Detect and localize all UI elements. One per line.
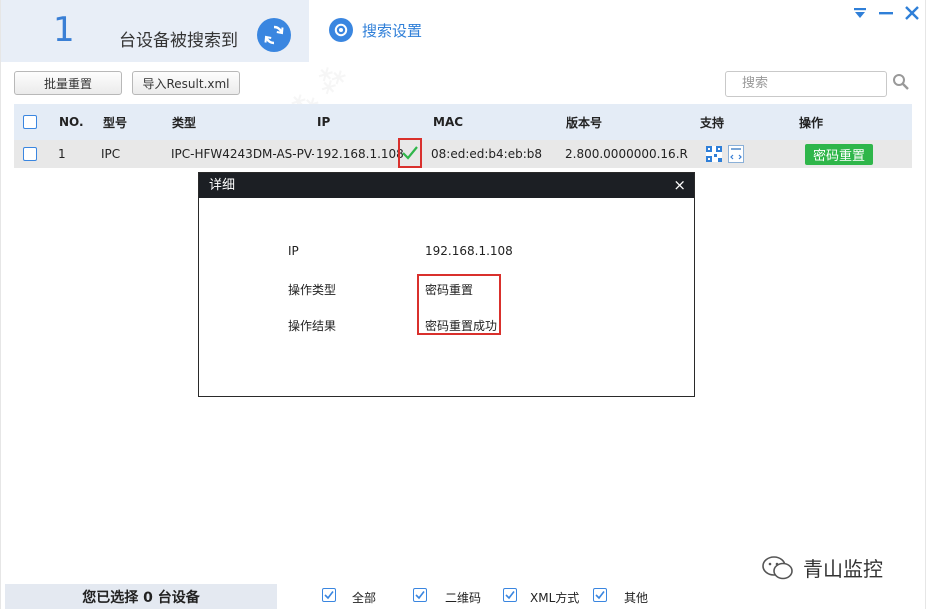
refresh-icon bbox=[264, 25, 284, 45]
app-window: ⁂ ⁂ ⁂ 1 台设备被搜索到 搜索设置 bbox=[0, 0, 926, 609]
wechat-icon bbox=[762, 555, 793, 579]
reset-success-check bbox=[398, 138, 422, 168]
support-icons bbox=[706, 140, 744, 168]
qrcode-icon[interactable] bbox=[706, 146, 722, 162]
filter-xml-label: XML方式 bbox=[530, 591, 580, 605]
checkmark-icon bbox=[402, 146, 418, 160]
search-input[interactable]: 搜索 bbox=[725, 71, 887, 97]
device-count-panel: 1 台设备被搜索到 bbox=[1, 0, 309, 62]
row-version: 2.800.0000000.16.R bbox=[565, 147, 688, 161]
row-mac: 08:ed:ed:b4:eb:b8 bbox=[431, 147, 542, 161]
refresh-button[interactable] bbox=[257, 18, 291, 52]
detail-value-ip: 192.168.1.108 bbox=[425, 244, 513, 258]
minimize-icon[interactable] bbox=[879, 6, 893, 20]
password-reset-button[interactable]: 密码重置 bbox=[805, 143, 874, 165]
column-type[interactable]: 类型 bbox=[172, 104, 196, 140]
detail-label-operation-result: 操作结果 bbox=[288, 319, 337, 333]
search-icon[interactable] bbox=[892, 73, 910, 91]
xml-file-icon[interactable] bbox=[728, 145, 744, 163]
detail-label-operation-type: 操作类型 bbox=[288, 283, 337, 297]
column-ip[interactable]: IP bbox=[317, 104, 330, 140]
row-type: IPC-HFW4243DM-AS-PV-I2 bbox=[171, 147, 314, 161]
row-model: IPC bbox=[101, 147, 121, 161]
device-count: 1 bbox=[53, 10, 75, 50]
window-controls bbox=[853, 6, 919, 20]
row-action: 密码重置 bbox=[805, 140, 874, 168]
search-settings-button[interactable]: 搜索设置 bbox=[329, 18, 422, 42]
column-model[interactable]: 型号 bbox=[103, 104, 127, 140]
selection-status: 您已选择 0 台设备 bbox=[5, 584, 277, 609]
dialog-title-bar: 详细 × bbox=[199, 173, 694, 198]
close-icon[interactable] bbox=[905, 6, 919, 20]
filter-all-checkbox[interactable] bbox=[322, 588, 336, 602]
filter-qrcode-checkbox[interactable] bbox=[413, 588, 427, 602]
detail-label-ip: IP bbox=[288, 244, 299, 258]
row-checkbox[interactable] bbox=[23, 140, 37, 168]
gear-icon bbox=[329, 18, 353, 42]
result-highlight-box bbox=[417, 274, 501, 335]
brand-name: 青山监控 bbox=[803, 557, 883, 581]
batch-reset-button[interactable]: 批量重置 bbox=[14, 71, 122, 95]
table-row[interactable]: 1 IPC IPC-HFW4243DM-AS-PV-I2 192.168.1.1… bbox=[14, 140, 912, 168]
filter-all-label: 全部 bbox=[352, 591, 377, 605]
select-all-checkbox[interactable] bbox=[23, 104, 37, 140]
dialog-title: 详细 bbox=[209, 178, 236, 193]
import-result-button[interactable]: 导入Result.xml bbox=[132, 71, 240, 95]
column-action[interactable]: 操作 bbox=[799, 104, 823, 140]
column-version[interactable]: 版本号 bbox=[566, 104, 602, 140]
filter-other-label: 其他 bbox=[624, 591, 649, 605]
device-count-label: 台设备被搜索到 bbox=[119, 31, 238, 51]
brand-watermark: 青山监控 bbox=[761, 553, 883, 582]
filter-xml-checkbox[interactable] bbox=[503, 588, 517, 602]
dropdown-icon[interactable] bbox=[853, 6, 867, 20]
table-header: NO. 型号 类型 IP MAC 版本号 支持 操作 bbox=[14, 104, 912, 140]
row-no: 1 bbox=[58, 147, 66, 161]
search-settings-label: 搜索设置 bbox=[362, 21, 423, 40]
dialog-close-icon[interactable]: × bbox=[673, 173, 686, 198]
column-mac[interactable]: MAC bbox=[433, 104, 463, 140]
row-ip: 192.168.1.108 bbox=[316, 147, 404, 161]
filter-other-checkbox[interactable] bbox=[593, 588, 607, 602]
filter-qrcode-label: 二维码 bbox=[445, 591, 482, 605]
column-no[interactable]: NO. bbox=[59, 104, 84, 140]
column-support[interactable]: 支持 bbox=[700, 104, 724, 140]
